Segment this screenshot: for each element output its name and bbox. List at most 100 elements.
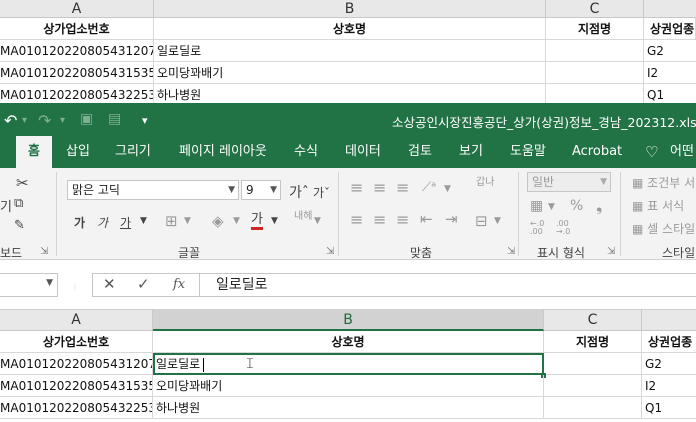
align-middle-icon[interactable]: ≡: [373, 178, 386, 197]
orientation-icon[interactable]: ⟋ᵃ: [422, 180, 436, 195]
chevron-down-icon[interactable]: ▼: [494, 216, 501, 226]
cut-icon[interactable]: ✂: [16, 174, 29, 192]
cell-branch[interactable]: [544, 353, 642, 375]
header-cell-branch[interactable]: 지점명: [546, 18, 644, 40]
cell-category[interactable]: I2: [644, 62, 696, 84]
paste-button[interactable]: 기: [0, 196, 12, 215]
font-color-icon[interactable]: 가: [251, 212, 263, 230]
cell-store-id[interactable]: MA010120220805431207: [0, 40, 154, 62]
font-launcher-icon[interactable]: ⇲: [326, 246, 334, 257]
number-launcher-icon[interactable]: ⇲: [607, 246, 615, 257]
decrease-decimal-icon[interactable]: .00 →.0: [556, 220, 570, 236]
align-bottom-icon[interactable]: ≡: [396, 178, 409, 197]
chevron-down-icon[interactable]: ▼: [184, 216, 191, 226]
merge-center-icon[interactable]: ⊟: [475, 212, 488, 230]
chevron-down-icon[interactable]: ▼: [46, 278, 53, 288]
cell-category[interactable]: I2: [642, 375, 696, 397]
tell-me-search[interactable]: 어떤: [670, 136, 694, 168]
cell-category[interactable]: G2: [644, 40, 696, 62]
undo-icon[interactable]: ↶: [4, 111, 17, 130]
customize-toolbar-icon[interactable]: ▾: [142, 114, 148, 127]
header-cell-store-id[interactable]: 상가업소번호: [0, 18, 154, 40]
column-header-c[interactable]: C: [544, 310, 642, 331]
decrease-font-icon[interactable]: 가ˇ: [313, 184, 330, 201]
align-left-icon[interactable]: ≡: [350, 210, 363, 229]
cell-store-name[interactable]: 일로딜로: [154, 40, 546, 62]
clipboard-launcher-icon[interactable]: ⇲: [40, 246, 48, 257]
undo-dropdown-icon[interactable]: ▾: [22, 115, 27, 126]
lightbulb-icon[interactable]: ♡: [645, 136, 658, 168]
align-top-icon[interactable]: ≡: [350, 178, 363, 197]
tab-draw[interactable]: 그리기: [115, 136, 151, 168]
resize-handle-icon[interactable]: ⋮: [72, 284, 78, 291]
enter-icon[interactable]: ✓: [137, 275, 150, 293]
fill-color-icon[interactable]: ◈: [212, 212, 224, 230]
formula-input[interactable]: 일로딜로: [200, 273, 696, 297]
cell-category[interactable]: Q1: [642, 397, 696, 419]
column-header-a[interactable]: A: [0, 0, 154, 18]
bold-icon[interactable]: 가: [74, 214, 85, 231]
copy-icon[interactable]: ⧉: [14, 196, 23, 211]
column-header-b[interactable]: B: [154, 0, 546, 18]
print-preview-icon[interactable]: ▣: [80, 111, 93, 127]
cell-store-id[interactable]: MA010120220805431207: [0, 353, 153, 375]
increase-font-icon[interactable]: 가ˆ: [289, 182, 309, 202]
cell-styles-button[interactable]: ▦ 셀 스타일: [632, 220, 695, 237]
name-box[interactable]: ▼: [0, 273, 58, 297]
chevron-down-icon[interactable]: ▼: [233, 216, 240, 226]
align-right-icon[interactable]: ≡: [396, 210, 409, 229]
cancel-icon[interactable]: ✕: [103, 275, 116, 293]
chevron-down-icon[interactable]: ▼: [314, 216, 321, 226]
conditional-format-button[interactable]: ▦ 조건부 서: [632, 174, 695, 191]
tab-insert[interactable]: 삽입: [66, 136, 90, 168]
font-name-select[interactable]: 맑은 고딕 ▼: [67, 180, 239, 200]
chevron-down-icon[interactable]: ▼: [444, 184, 451, 194]
chevron-down-icon[interactable]: ▼: [548, 202, 555, 212]
accounting-format-icon[interactable]: ▦: [530, 198, 543, 214]
cell-branch[interactable]: [544, 375, 642, 397]
tab-help[interactable]: 도움말: [510, 136, 546, 168]
wrap-text-icon[interactable]: 갑나: [476, 178, 494, 188]
tab-home[interactable]: 홈: [16, 136, 52, 168]
column-header-a[interactable]: A: [0, 310, 153, 331]
cell-branch[interactable]: [546, 40, 644, 62]
tab-page-layout[interactable]: 페이지 레이아웃: [179, 136, 267, 168]
redo-icon[interactable]: ↷: [38, 111, 51, 130]
cell-store-name[interactable]: 하나병원: [153, 397, 544, 419]
tab-acrobat[interactable]: Acrobat: [572, 136, 622, 168]
cell-store-id[interactable]: MA010120220805431535: [0, 375, 153, 397]
percent-icon[interactable]: %: [570, 198, 583, 214]
column-header-c[interactable]: C: [546, 0, 644, 18]
format-painter-icon[interactable]: ✎: [14, 218, 25, 233]
italic-icon[interactable]: 가: [97, 214, 108, 231]
cell-category[interactable]: G2: [642, 353, 696, 375]
tab-review[interactable]: 검토: [408, 136, 432, 168]
chevron-down-icon[interactable]: ▼: [140, 216, 147, 226]
header-cell-store-id[interactable]: 상가업소번호: [0, 331, 153, 353]
cell-store-id[interactable]: MA010120220805431535: [0, 62, 154, 84]
cell-branch[interactable]: [544, 397, 642, 419]
cell-store-name[interactable]: 오미당꽈배기: [154, 62, 546, 84]
alignment-launcher-icon[interactable]: ⇲: [507, 246, 515, 257]
header-cell-store-name[interactable]: 상호명: [154, 18, 546, 40]
cell-store-id[interactable]: MA010120220805432253: [0, 397, 153, 419]
format-as-table-button[interactable]: ▦ 표 서식: [632, 197, 684, 214]
header-cell-category[interactable]: 상권업종: [642, 331, 696, 353]
header-cell-category[interactable]: 상권업종: [644, 18, 696, 40]
column-header-b[interactable]: B: [153, 310, 544, 331]
header-cell-branch[interactable]: 지점명: [544, 331, 642, 353]
underline-icon[interactable]: 가: [120, 214, 131, 231]
column-header-d[interactable]: [644, 0, 696, 18]
decrease-indent-icon[interactable]: ⇤: [420, 210, 433, 228]
active-cell-editor[interactable]: 일로딜로 𝙸: [153, 353, 544, 375]
chevron-down-icon[interactable]: ▼: [271, 216, 278, 226]
form-icon[interactable]: ▤: [108, 111, 121, 127]
increase-decimal-icon[interactable]: ←.0.00: [530, 220, 544, 236]
redo-dropdown-icon[interactable]: ▾: [60, 115, 65, 126]
insert-function-icon[interactable]: fx: [173, 277, 185, 292]
font-size-select[interactable]: 9 ▼: [241, 180, 281, 200]
comma-style-icon[interactable]: ❟: [596, 196, 602, 216]
align-center-icon[interactable]: ≡: [373, 210, 386, 229]
increase-indent-icon[interactable]: ⇥: [445, 210, 458, 228]
number-format-select[interactable]: 일반 ▼: [527, 172, 611, 192]
